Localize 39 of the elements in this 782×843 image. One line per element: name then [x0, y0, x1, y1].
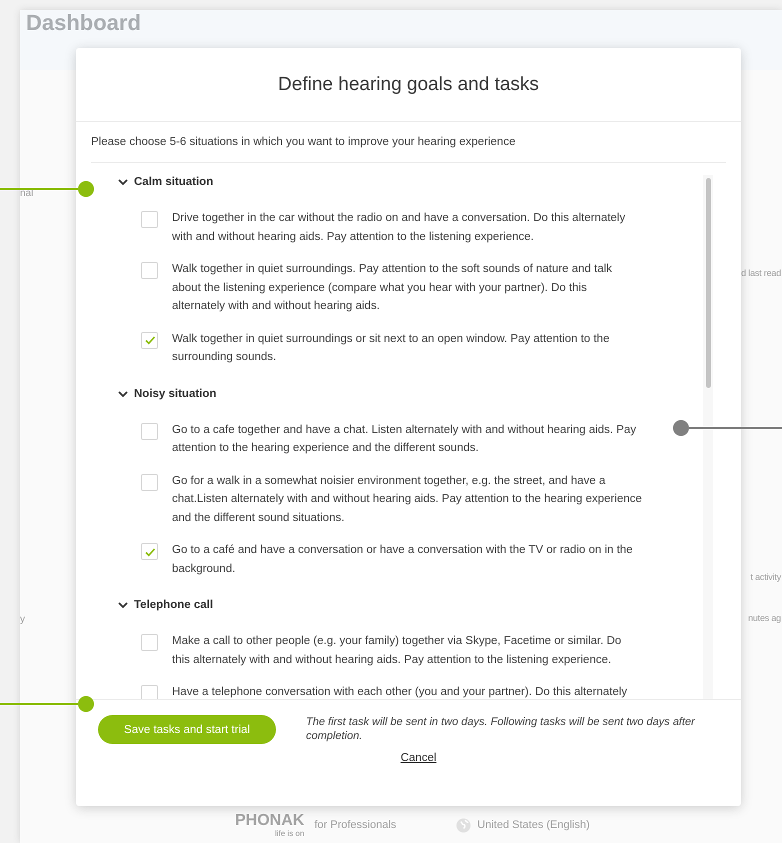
- note-text: The first task will be sent in two days. Following tasks will be sent two days after completion.: [306, 715, 696, 743]
- background-label: d last read: [741, 268, 781, 278]
- task-text: Go to a cafe together and have a chat. Listen alternately with and without hearing aids. Pay attention to the hearing experience and the different sounds.: [172, 422, 638, 456]
- checkbox[interactable]: [141, 634, 158, 651]
- task-text: Walk together in quiet surroundings or sit next to an open window. Pay attention to the surrounding sounds.: [172, 332, 610, 365]
- background-label: nal: [20, 188, 34, 199]
- section-toggle[interactable]: Calm situation: [118, 173, 214, 191]
- checkbox[interactable]: [141, 543, 158, 560]
- background-label: y: [20, 614, 25, 625]
- globe-icon: [456, 818, 472, 832]
- checkbox[interactable]: [141, 211, 158, 228]
- brand-tagline: life is on: [274, 828, 304, 838]
- page-title: Dashboard: [26, 10, 141, 36]
- checkbox[interactable]: [141, 422, 158, 440]
- checkbox[interactable]: [141, 474, 158, 490]
- section-toggle[interactable]: Noisy situation: [118, 384, 216, 402]
- check-icon: [144, 334, 156, 346]
- task-text: Have a telephone conversation with each other (you and your partner). Do this alternately: [172, 685, 628, 699]
- task-text: Go for a walk in a somewhat noisier environment together, e.g. the street, and have a chat.Listen alternately with and without hearing aids. Pay attention to the hearing experience and the different sound situations.: [172, 474, 642, 526]
- dialog-title: Define hearing goals and tasks: [278, 74, 539, 96]
- chevron-icon: [118, 177, 128, 187]
- task-text: Walk together in quiet surroundings. Pay attention to the soft sounds of nature and talk about the listening experience (compare what you hear with your partner). Do this alternately with and without hearing aids.: [172, 262, 614, 314]
- site-label: for Professionals: [314, 819, 396, 831]
- section-toggle[interactable]: Telephone call: [118, 596, 214, 614]
- chevron-icon: [118, 388, 128, 398]
- brand-logo: PHONAK: [235, 812, 304, 828]
- task-text: Go to a café and have a conversation or have a conversation with the TV or radio on in the background.: [172, 543, 634, 576]
- chevron-icon: [118, 600, 128, 610]
- task-text: Make a call to other people (e.g. your family) together via Skype, Facetime or similar. Do this alternately with and without hearing aids. Pay attention to the listening experience.: [172, 634, 622, 668]
- check-icon: [144, 546, 156, 558]
- task-text: Drive together in the car without the radio on and have a conversation. Do this alternately with and without hearing aids. Pay attention to the listening experience.: [172, 211, 626, 244]
- background-label: nutes ag: [748, 613, 781, 623]
- checkbox[interactable]: [141, 262, 158, 279]
- scrollbar[interactable]: [703, 175, 713, 699]
- cancel-link[interactable]: Cancel: [400, 752, 436, 764]
- instruction-text: Please choose 5-6 situations in which you want to improve your hearing experience: [91, 136, 516, 148]
- background-label: t activity: [750, 572, 781, 582]
- checkbox[interactable]: [141, 685, 158, 699]
- checkbox[interactable]: [141, 332, 158, 348]
